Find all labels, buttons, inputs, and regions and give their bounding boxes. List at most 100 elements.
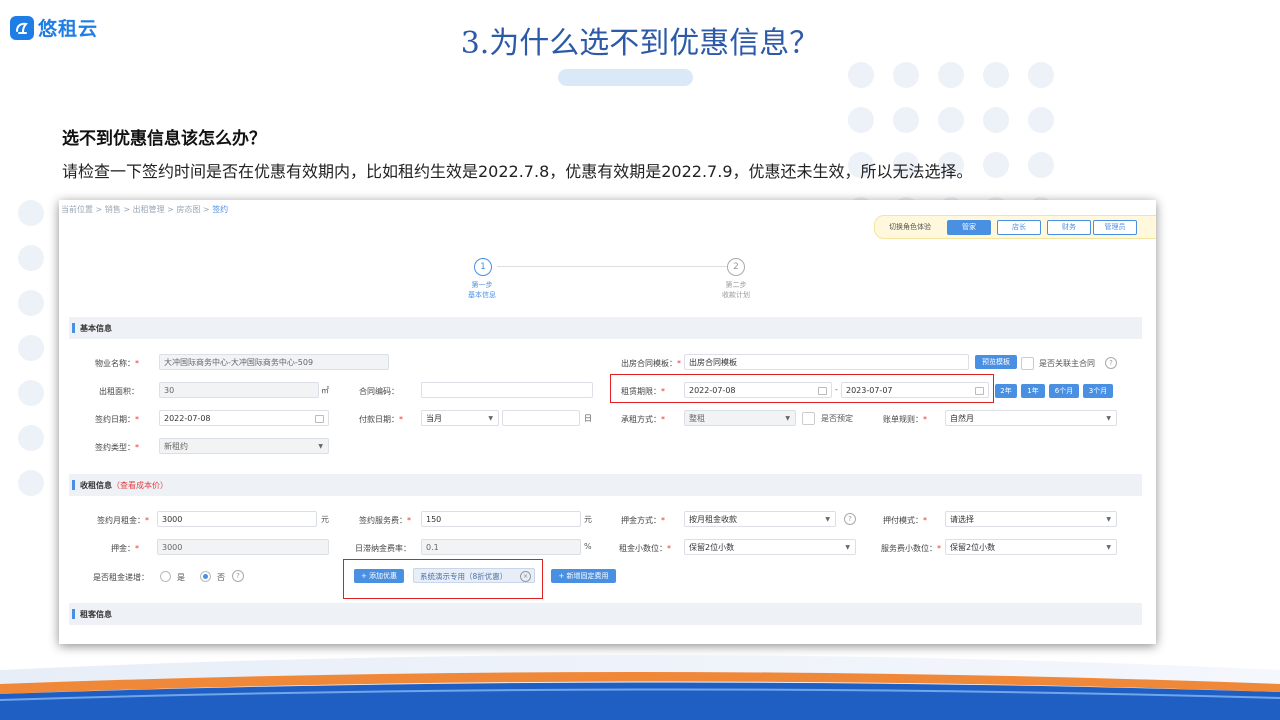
pay-day-unit: 日 (584, 414, 592, 423)
step-1-title: 第一步 (471, 281, 493, 289)
decor-dot (983, 62, 1009, 88)
contract-no-input[interactable] (421, 382, 593, 398)
decor-dot (18, 335, 44, 361)
sign-date-picker[interactable]: 2022-07-08 (159, 410, 329, 426)
decor-dot (983, 152, 1009, 178)
increase-no-label: 否 (217, 573, 225, 582)
deposit-label: 押金：* (111, 544, 139, 553)
slide-title: 3.为什么选不到优惠信息？ (460, 26, 820, 61)
title-underline-bar (558, 69, 693, 86)
decor-dot (18, 290, 44, 316)
term-2y-button[interactable]: 2年 (995, 384, 1017, 398)
decor-dot (18, 200, 44, 226)
rent-mode-label: 承租方式：* (621, 415, 665, 424)
monthly-rent-label: 签约月租金：* (97, 516, 149, 525)
rent-decimal-select[interactable]: 保留2位小数 ▼ (684, 539, 856, 555)
pay-day-input[interactable] (502, 410, 580, 426)
role-button-finance[interactable]: 财务 (1047, 220, 1091, 235)
breadcrumb-item[interactable]: 销售 (105, 205, 121, 214)
breadcrumb-item[interactable]: 房态图 (176, 205, 200, 214)
reserve-label: 是否预定 (821, 414, 853, 423)
service-decimal-select[interactable]: 保留2位小数 ▼ (945, 539, 1117, 555)
answer-text: 请检查一下签约时间是否在优惠有效期内，比如租约生效是2022.7.8，优惠有效期… (62, 162, 973, 181)
area-label: 出租面积： (99, 387, 139, 396)
template-field[interactable]: 出房合同模板 (684, 354, 969, 370)
decor-dot (18, 380, 44, 406)
role-button-manager[interactable]: 店长 (997, 220, 1041, 235)
rent-unit: 元 (321, 515, 329, 524)
rent-decimal-label: 租金小数位：* (619, 544, 671, 553)
increase-yes-radio[interactable] (160, 571, 171, 582)
role-switch-label: 切换角色体验 (889, 223, 931, 231)
step-2-subtitle: 收款计划 (722, 291, 750, 299)
service-fee-label: 签约服务费：* (359, 516, 411, 525)
term-1y-button[interactable]: 1年 (1021, 384, 1045, 398)
reserve-checkbox[interactable] (802, 412, 815, 425)
role-button-admin[interactable]: 管理员 (1093, 220, 1137, 235)
increase-yes-label: 是 (177, 573, 185, 582)
late-fee-field: 0.1 (421, 539, 581, 555)
bill-rule-select[interactable]: 自然月 ▼ (945, 410, 1117, 426)
bill-rule-label: 账单规则：* (883, 415, 927, 424)
step-2-label[interactable]: 第二步 收款计划 (706, 280, 766, 300)
breadcrumb-item[interactable]: 当前位置 (61, 205, 93, 214)
monthly-rent-input[interactable]: 3000 (157, 511, 317, 527)
contract-no-label: 合同编码： (359, 387, 399, 396)
deposit-field: 3000 (157, 539, 329, 555)
area-field: 30 (159, 382, 319, 398)
link-main-contract-checkbox[interactable] (1021, 357, 1034, 370)
bottom-wave-decoration (0, 655, 1280, 720)
role-switch-bar: 切换角色体验 管家 店长 财务 管理员 (874, 215, 1156, 239)
help-icon[interactable]: ? (232, 570, 244, 582)
property-field: 大冲国际商务中心-大冲国际商务中心-509 (159, 354, 389, 370)
step-2-circle[interactable]: 2 (727, 258, 745, 276)
help-icon[interactable]: ? (844, 513, 856, 525)
pay-date-label: 付款日期：* (359, 415, 403, 424)
sign-type-label: 签约类型：* (95, 443, 139, 452)
breadcrumb-current: 签约 (212, 205, 229, 214)
deposit-mode-select[interactable]: 按月租金收款 ▼ (684, 511, 836, 527)
late-fee-label: 日滞纳金费率： (355, 544, 411, 553)
service-fee-input[interactable]: 150 (421, 511, 581, 527)
sign-date-label: 签约日期：* (95, 415, 139, 424)
decor-dot (848, 107, 874, 133)
contract-sign-screenshot: 当前位置 > 销售 > 出租管理 > 房态图 > 签约 切换角色体验 管家 店长… (59, 200, 1156, 644)
decor-dot (18, 470, 44, 496)
add-fixed-fee-button[interactable]: + 新增固定费用 (551, 569, 616, 583)
property-label: 物业名称：* (95, 359, 139, 368)
section-basic-info: 基本信息 (69, 317, 1142, 339)
step-connector (497, 266, 727, 267)
role-button-butler[interactable]: 管家 (947, 220, 991, 235)
term-6m-button[interactable]: 6个月 (1049, 384, 1079, 398)
sign-type-select: 新租约 ▼ (159, 438, 329, 454)
view-cost-link[interactable]: （查看成本价） (112, 481, 168, 490)
step-1-subtitle: 基本信息 (468, 291, 496, 299)
decor-dot (1028, 62, 1054, 88)
decor-dot (893, 62, 919, 88)
pay-mode-select[interactable]: 请选择 ▼ (945, 511, 1117, 527)
decor-dot (893, 107, 919, 133)
breadcrumb: 当前位置 > 销售 > 出租管理 > 房态图 > 签约 (61, 205, 229, 214)
decor-dot (1028, 152, 1054, 178)
section-tenant-info: 租客信息 (69, 603, 1142, 625)
step-1-label[interactable]: 第一步 基本信息 (452, 280, 512, 300)
pay-date-select[interactable]: 当月 ▼ (421, 410, 499, 426)
preview-template-button[interactable]: 预览模板 (975, 355, 1017, 369)
decor-dot (1028, 107, 1054, 133)
help-icon[interactable]: ? (1105, 357, 1117, 369)
decor-dot (18, 425, 44, 451)
step-1-circle[interactable]: 1 (474, 258, 492, 276)
section-rent-info: 收租信息（查看成本价） (69, 474, 1142, 496)
pay-mode-label: 押付模式：* (883, 516, 927, 525)
breadcrumb-item[interactable]: 出租管理 (133, 205, 165, 214)
increase-no-radio[interactable] (200, 571, 211, 582)
rent-mode-select: 整租 ▼ (684, 410, 796, 426)
term-3m-button[interactable]: 3个月 (1083, 384, 1113, 398)
section-title: 基本信息 (80, 324, 112, 333)
decor-dot (938, 107, 964, 133)
question-heading: 选不到优惠信息该怎么办？ (62, 129, 266, 149)
discount-highlight-box (343, 559, 543, 599)
deposit-mode-label: 押金方式：* (621, 516, 665, 525)
template-label: 出房合同模板：* (621, 359, 681, 368)
decor-dot (983, 107, 1009, 133)
